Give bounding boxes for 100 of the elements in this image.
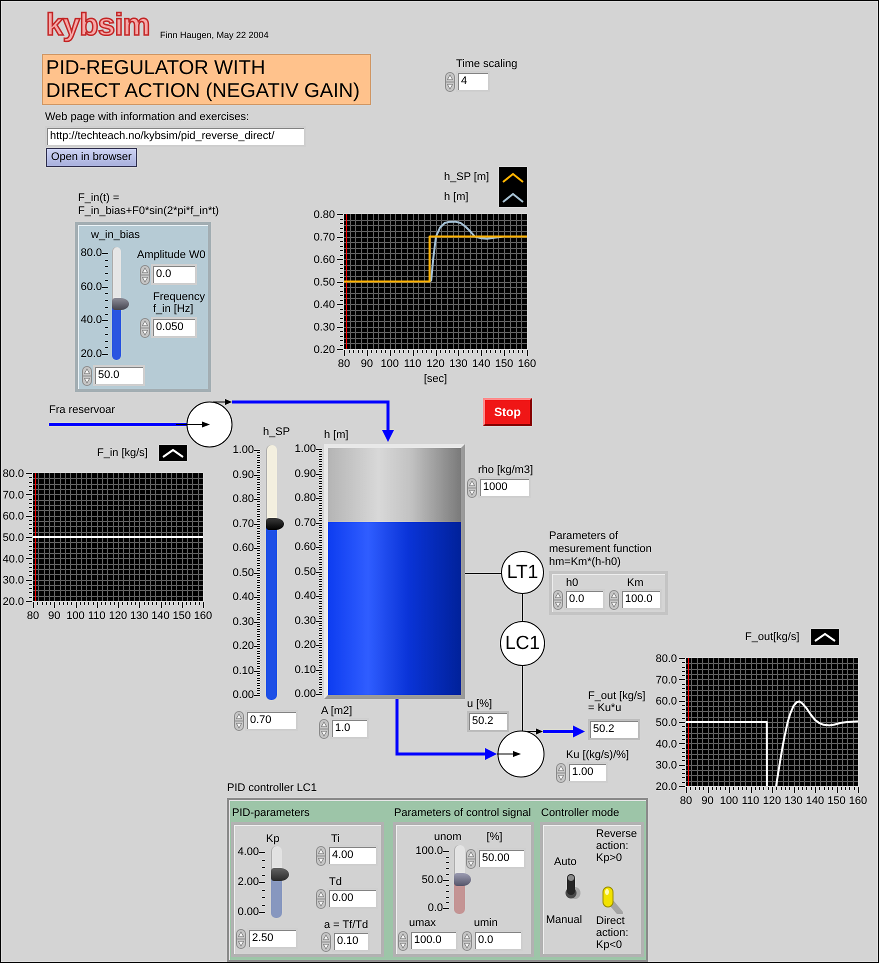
x-tick-label: 100: [720, 795, 738, 807]
y-tick-label: 50.0: [2, 532, 24, 544]
signal-line: [464, 573, 502, 574]
number-field[interactable]: 2.50: [247, 928, 298, 949]
scale-label: 60.0: [80, 280, 102, 293]
y-tick-label: 20.0: [656, 781, 677, 793]
x-tick-label: 160: [194, 610, 212, 622]
control-label: F_out [kg/s] = Ku*u: [588, 690, 646, 714]
number-field[interactable]: 1.00: [567, 762, 608, 783]
signal-line: [522, 594, 523, 622]
up-down-arrows-icon[interactable]: [316, 888, 326, 908]
x-tick-label: 150: [827, 795, 846, 807]
up-down-arrows-icon[interactable]: [234, 710, 244, 730]
number-field[interactable]: 0.0: [473, 930, 523, 951]
y-tick-label: 50.0: [656, 717, 677, 729]
up-down-arrows-icon[interactable]: [462, 930, 472, 950]
url-field[interactable]: http://techteach.no/kybsim/pid_reverse_direct/: [45, 126, 306, 147]
up-down-arrows-icon[interactable]: [466, 848, 476, 868]
y-tick-label: 0.40: [314, 299, 335, 311]
y-tick-label: 40.0: [2, 553, 24, 566]
switch-label: Direct action: Kp<0: [596, 915, 628, 951]
formula-text: F_in(t) = F_in_bias+F0*sin(2*pi*f_in*t): [78, 192, 219, 218]
number-field[interactable]: 100.0: [409, 930, 458, 951]
arrow-circle-icon: [176, 402, 232, 448]
number-field[interactable]: 0.70: [245, 710, 298, 731]
instrument-node: LT1: [501, 551, 544, 594]
control-label: Ku [(kg/s)/%]: [566, 749, 629, 761]
control-label: u [%]: [467, 698, 492, 710]
up-down-arrows-icon[interactable]: [321, 932, 331, 952]
control-label: a = Tf/Td: [324, 919, 368, 931]
number-field[interactable]: 50.00: [477, 848, 526, 869]
up-down-arrows-icon[interactable]: [609, 590, 619, 610]
number-field[interactable]: 0.0: [564, 589, 605, 610]
number-field[interactable]: 4: [456, 71, 490, 92]
x-tick-label: 130: [784, 795, 803, 807]
number-field[interactable]: 0.0: [151, 264, 197, 285]
cluster-label: Parameters of mesurement function hm=Km*(h-h0): [549, 530, 652, 569]
scale-label: 0.80: [232, 493, 254, 505]
legend-label: h [m]: [444, 190, 470, 205]
number-field[interactable]: 100.0: [620, 589, 662, 610]
number-field[interactable]: 0.10: [332, 931, 370, 952]
number-field[interactable]: 0.00: [327, 888, 378, 909]
number-field[interactable]: 50.0: [93, 365, 145, 386]
scale-label: 40.0: [80, 314, 102, 326]
y-tick-label: 60.0: [2, 510, 24, 523]
number-field[interactable]: 1000: [478, 477, 531, 498]
slider-track[interactable]: [454, 845, 471, 914]
stop-button[interactable]: Stop: [483, 398, 532, 426]
slider-track[interactable]: [266, 445, 284, 700]
scale-label: 4.00: [238, 846, 259, 858]
slider-track[interactable]: [112, 247, 129, 360]
y-tick-label: 0.70: [314, 232, 335, 244]
x-tick-label: 160: [518, 358, 536, 370]
switch-label: Reverse action: Kp>0: [596, 828, 637, 864]
up-down-arrows-icon[interactable]: [140, 264, 150, 284]
up-down-arrows-icon[interactable]: [445, 72, 455, 92]
scale-label: 0.70: [294, 516, 316, 528]
section-title: Controller mode: [541, 807, 620, 820]
open-browser-button[interactable]: Open in browser: [46, 148, 137, 167]
slider-track[interactable]: [271, 846, 289, 918]
scale-label: 0.10: [294, 664, 316, 676]
up-down-arrows-icon[interactable]: [553, 590, 563, 610]
up-down-arrows-icon[interactable]: [236, 928, 246, 948]
unit-label: [%]: [486, 831, 502, 843]
arrow-circle-icon: [496, 730, 544, 778]
up-down-arrows-icon[interactable]: [467, 478, 477, 498]
x-tick-label: 140: [806, 795, 824, 807]
up-down-arrows-icon[interactable]: [319, 718, 329, 738]
y-tick-label: 0.60: [314, 254, 335, 266]
scale-label: 0.20: [232, 640, 254, 652]
x-tick-label: 90: [360, 358, 373, 370]
slider-thumb[interactable]: [266, 518, 284, 530]
instrument-node: LC1: [500, 621, 545, 666]
y-tick-label: 60.0: [656, 696, 677, 708]
scale-label: 2.00: [238, 876, 259, 888]
control-label: umin: [474, 917, 498, 929]
up-down-arrows-icon[interactable]: [316, 846, 326, 866]
y-tick-label: 70.0: [2, 489, 24, 502]
number-field[interactable]: 0.050: [151, 317, 197, 338]
up-down-arrows-icon[interactable]: [82, 366, 92, 386]
x-tick-label: 110: [404, 358, 422, 370]
x-tick-label: 130: [449, 358, 468, 370]
slider-thumb[interactable]: [112, 298, 129, 310]
scale-label: 0.50: [232, 566, 254, 578]
number-field[interactable]: 1.0: [330, 718, 369, 739]
scale-label: 0.90: [294, 468, 316, 480]
y-tick-label: 70.0: [656, 674, 677, 686]
legend-label: h_SP [m]: [444, 170, 490, 185]
control-label: Ti: [331, 833, 340, 845]
x-tick-label: 150: [494, 358, 514, 370]
up-down-arrows-icon[interactable]: [398, 930, 408, 950]
slider-thumb[interactable]: [271, 868, 289, 881]
up-down-arrows-icon[interactable]: [140, 318, 150, 338]
scale-label: 0.60: [232, 542, 254, 554]
scale-label: 0.10: [232, 664, 254, 676]
up-down-arrows-icon[interactable]: [556, 762, 566, 782]
x-tick-label: 130: [130, 610, 148, 622]
y-tick-label: 30.0: [2, 574, 24, 587]
number-field[interactable]: 4.00: [327, 845, 378, 866]
slider-thumb[interactable]: [454, 873, 471, 886]
